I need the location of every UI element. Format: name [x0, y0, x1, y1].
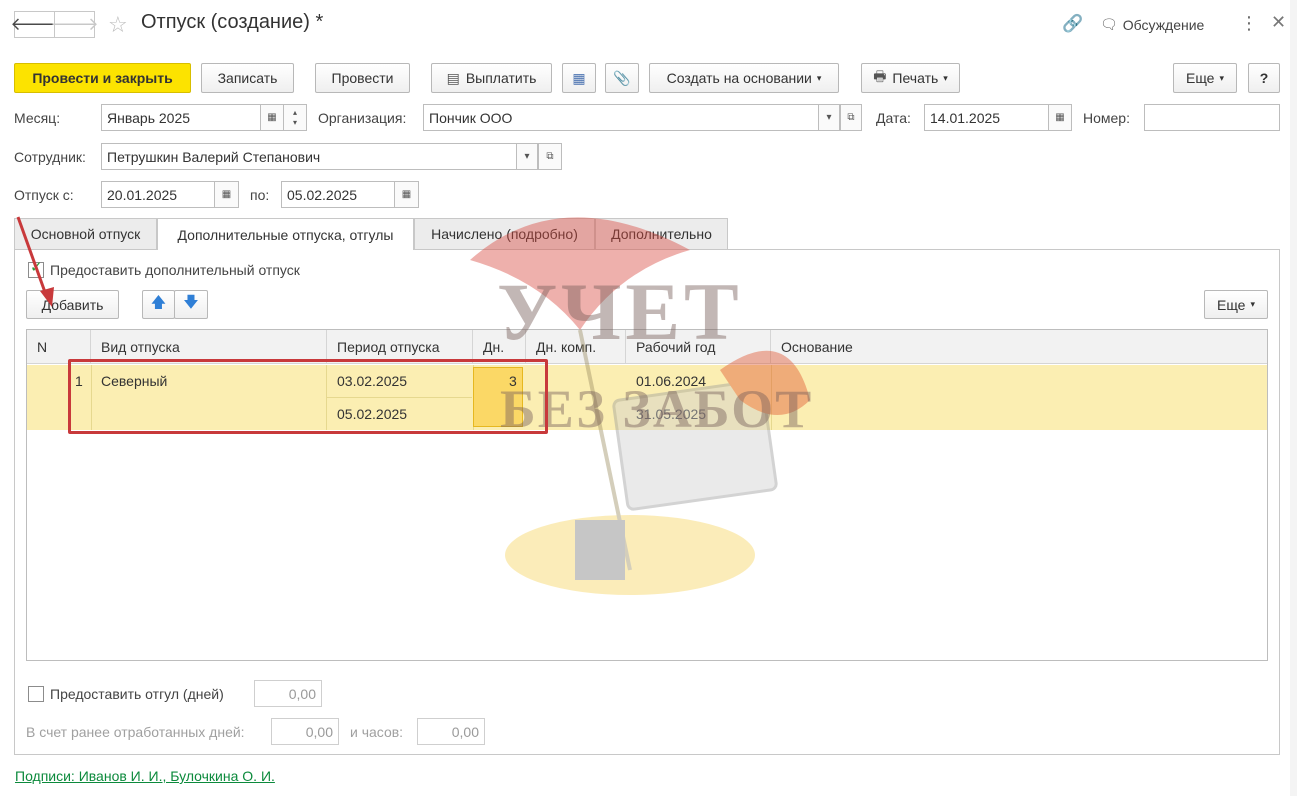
report-icon: ▦	[572, 69, 586, 86]
month-label: Месяц:	[14, 110, 61, 126]
month-stepper[interactable]: ▴ ▾	[283, 104, 307, 131]
hours-field[interactable]: 0,00	[417, 718, 485, 745]
signatures-link[interactable]: Подписи: Иванов И. И., Булочкина О. И.	[15, 768, 275, 784]
pay-button[interactable]: ▤ Выплатить	[431, 63, 552, 93]
chevron-up-icon[interactable]: ▴	[293, 108, 297, 118]
provide-additional-label: Предоставить дополнительный отпуск	[50, 262, 300, 278]
organization-field[interactable]: Пончик ООО	[423, 104, 819, 131]
arrow-right-icon: 🡒	[50, 14, 99, 34]
worked-days-label: В счет ранее отработанных дней:	[26, 724, 245, 740]
post-button[interactable]: Провести	[315, 63, 410, 93]
back-button[interactable]: 🡐	[10, 11, 59, 38]
chevron-down-icon: ▾	[943, 72, 948, 83]
help-button[interactable]: ?	[1248, 63, 1280, 93]
date-field[interactable]: 14.01.2025	[924, 104, 1049, 131]
calendar-icon[interactable]: ▦	[214, 181, 239, 208]
number-label: Номер:	[1083, 110, 1130, 126]
employee-label: Сотрудник:	[14, 149, 86, 165]
table-more-button[interactable]: Еще ▾	[1204, 290, 1268, 319]
vacation-from-label: Отпуск с:	[14, 187, 74, 203]
chevron-down-icon: ▾	[1250, 299, 1256, 309]
column-header-basis[interactable]: Основание	[771, 330, 1267, 364]
chevron-down-icon[interactable]: ▾	[293, 118, 297, 128]
move-up-button[interactable]: 🡅	[142, 290, 175, 319]
printer-icon: 🖶	[873, 68, 887, 84]
open-employee-icon[interactable]: ⧉	[538, 143, 562, 170]
hours-label: и часов:	[350, 724, 404, 740]
provide-time-off-checkbox[interactable]	[28, 686, 44, 702]
attach-button[interactable]: 📎	[605, 63, 639, 93]
calendar-icon[interactable]: ▦	[394, 181, 419, 208]
document-icon: ▤	[446, 69, 460, 86]
provide-time-off-label: Предоставить отгул (дней)	[50, 686, 224, 702]
annotation-arrow-icon	[16, 216, 54, 307]
chevron-down-icon: ▾	[816, 72, 822, 83]
dropdown-chevron-icon[interactable]: ▾	[516, 143, 538, 170]
open-organization-icon[interactable]: ⧉	[840, 104, 862, 131]
report-button[interactable]: ▦	[562, 63, 596, 93]
employee-field[interactable]: Петрушкин Валерий Степанович	[101, 143, 517, 170]
tab-accrued-detailed[interactable]: Начислено (подробно)	[414, 218, 595, 249]
arrow-up-icon: 🡅	[150, 294, 167, 311]
time-off-days-field[interactable]: 0,00	[254, 680, 322, 707]
month-field[interactable]: Январь 2025	[101, 104, 261, 131]
watermark-title: УЧЕТ	[497, 266, 743, 357]
create-based-on-button[interactable]: Создать на основании ▾	[649, 63, 839, 93]
arrow-down-icon: 🡇	[183, 294, 199, 311]
dropdown-chevron-icon[interactable]: ▾	[818, 104, 840, 131]
close-icon[interactable]: ✕	[1271, 12, 1286, 33]
more-button[interactable]: Еще ▾	[1173, 63, 1237, 93]
organization-label: Организация:	[318, 110, 407, 126]
date-label: Дата:	[876, 110, 911, 126]
chat-icon: 🗨	[1100, 16, 1118, 32]
forward-button[interactable]: 🡒	[50, 11, 99, 38]
chevron-down-icon: ▾	[1219, 72, 1225, 83]
calendar-icon[interactable]: ▦	[260, 104, 284, 131]
link-icon[interactable]: 🔗	[1062, 14, 1083, 34]
vacation-from-field[interactable]: 20.01.2025	[101, 181, 215, 208]
paperclip-icon: 📎	[613, 69, 631, 86]
page-title: Отпуск (создание) *	[141, 11, 324, 33]
post-and-close-button[interactable]: Провести и закрыть	[14, 63, 191, 93]
tab-additional[interactable]: Дополнительно	[595, 218, 728, 249]
vacation-to-label: по:	[250, 187, 270, 203]
annotation-highlight	[68, 359, 548, 434]
save-button[interactable]: Записать	[201, 63, 294, 93]
vacation-to-field[interactable]: 05.02.2025	[281, 181, 395, 208]
number-field[interactable]	[1144, 104, 1280, 131]
favorite-star-icon[interactable]: ☆	[108, 12, 128, 38]
worked-days-field[interactable]: 0,00	[271, 718, 339, 745]
print-button[interactable]: 🖶 Печать ▾	[861, 63, 960, 93]
calendar-icon[interactable]: ▦	[1048, 104, 1072, 131]
window-scrollbar[interactable]	[1290, 0, 1297, 796]
discussion-button[interactable]: 🗨 Обсуждение	[1100, 16, 1204, 33]
move-down-button[interactable]: 🡇	[174, 290, 208, 319]
more-menu-icon[interactable]: ⋮	[1240, 13, 1258, 34]
tab-additional-vacations[interactable]: Дополнительные отпуска, отгулы	[157, 218, 414, 250]
